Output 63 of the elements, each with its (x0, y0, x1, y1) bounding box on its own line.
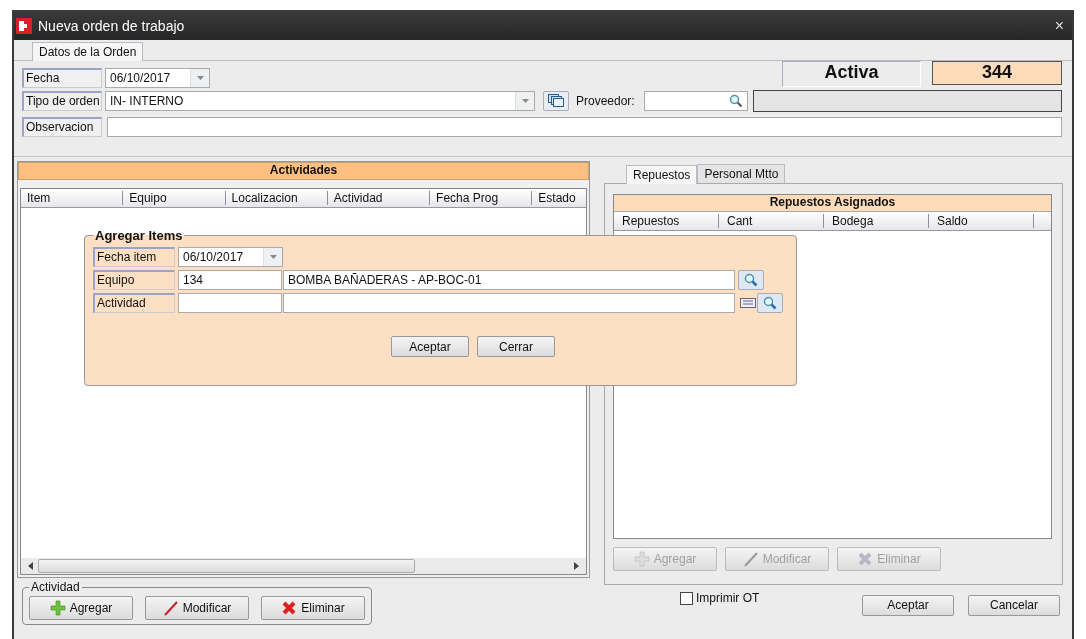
column-header[interactable]: Fecha Prog (430, 191, 533, 205)
scroll-left-icon[interactable] (27, 562, 35, 570)
copy-icon[interactable] (543, 91, 569, 111)
action-button[interactable]: Modificar (145, 596, 249, 620)
dialog-button[interactable]: Cerrar (477, 336, 555, 357)
field-label: Equipo (93, 269, 175, 290)
column-header[interactable]: Actividad (327, 191, 431, 205)
dialog-button[interactable]: Aceptar (862, 594, 954, 616)
caret-icon[interactable] (521, 99, 529, 103)
description-field[interactable] (283, 292, 735, 313)
field-label: Actividad (93, 292, 175, 313)
slash-icon (162, 600, 179, 616)
delete-icon (281, 600, 298, 616)
search-icon[interactable] (757, 292, 783, 313)
date-picker[interactable]: 06/10/2017 (105, 68, 210, 88)
plus-icon (49, 600, 66, 616)
horizontal-scrollbar[interactable] (21, 558, 586, 574)
tab[interactable]: Personal Mtto (697, 164, 786, 183)
tab[interactable]: Datos de la Orden (32, 42, 144, 61)
observation-field[interactable] (107, 117, 1062, 137)
action-button[interactable]: Agregar (29, 596, 133, 620)
action-button[interactable]: Eliminar (261, 596, 365, 620)
order-type-dropdown[interactable]: IN- INTERNO (105, 91, 535, 111)
status-label: Activa (782, 61, 921, 87)
group-label: Actividad (30, 580, 81, 594)
column-header[interactable]: Item (21, 191, 124, 205)
tab[interactable]: Repuestos (626, 165, 698, 184)
dialog-button[interactable]: Cancelar (968, 594, 1060, 616)
search-icon[interactable] (738, 269, 764, 290)
column-header[interactable]: Cant (719, 214, 824, 228)
caret-icon[interactable] (269, 254, 277, 259)
search-icon[interactable] (728, 94, 743, 108)
column-header[interactable]: Repuestos (614, 214, 719, 228)
close-button[interactable]: × (1054, 17, 1064, 35)
dialog-button[interactable]: Aceptar (391, 336, 469, 357)
panel-header: Actividades (18, 162, 589, 180)
column-header[interactable]: Equipo (123, 191, 226, 205)
date-picker[interactable]: 06/10/2017 (178, 246, 283, 267)
scrollbar-thumb[interactable] (38, 559, 415, 573)
window-title: Nueva orden de trabajo (38, 18, 186, 34)
delete-icon (857, 551, 874, 567)
print-checkbox[interactable]: Imprimir OT (680, 591, 760, 606)
code-field[interactable]: 134 (178, 269, 282, 290)
field-label: Fecha (22, 68, 102, 88)
slash-icon (742, 551, 759, 567)
column-header[interactable]: Estado (532, 191, 586, 205)
field-label: Observacion (22, 117, 102, 137)
field-label: Fecha item (93, 246, 175, 267)
code-field[interactable] (178, 292, 282, 313)
panel-header: Repuestos Asignados (614, 195, 1051, 212)
plus-icon (633, 551, 650, 567)
field-label: Proveedor: (576, 94, 635, 108)
description-field[interactable]: BOMBA BAÑADERAS - AP-BOC-01 (283, 269, 735, 290)
order-number: 344 (932, 61, 1062, 85)
column-header[interactable]: Localizacion (225, 191, 328, 205)
app-icon (16, 18, 32, 34)
supplier-field[interactable] (643, 91, 748, 111)
scroll-right-icon[interactable] (572, 562, 580, 570)
column-header[interactable]: Bodega (824, 214, 929, 228)
field-label: Tipo de orden (22, 91, 102, 111)
column-header[interactable]: Saldo (929, 214, 1034, 228)
dialog-title: Agregar Items (94, 228, 184, 243)
caret-icon[interactable] (196, 76, 204, 80)
